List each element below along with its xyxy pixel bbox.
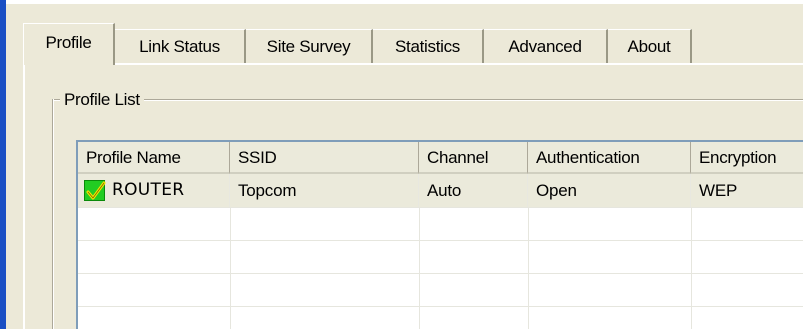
table-row-empty[interactable] <box>78 306 803 329</box>
profile-name-text: ROUTER <box>112 180 185 200</box>
window-top-edge <box>0 0 803 4</box>
cell-encryption: WEP <box>691 174 803 207</box>
table-row[interactable]: ROUTER Topcom Auto Open WEP <box>78 174 803 207</box>
tab-about[interactable]: About <box>608 29 692 63</box>
profile-list-group-border-left <box>52 99 54 329</box>
profile-list-table[interactable]: Profile Name SSID Channel Authentication… <box>76 140 803 329</box>
profile-list-group-border <box>52 99 803 101</box>
checkmark-icon <box>84 180 106 201</box>
tab-site-survey[interactable]: Site Survey <box>246 29 373 63</box>
row-separator <box>78 240 803 241</box>
column-header-authentication[interactable]: Authentication <box>528 142 691 174</box>
row-separator <box>78 306 803 307</box>
table-row-empty[interactable] <box>78 240 803 273</box>
tab-link-status[interactable]: Link Status <box>115 29 246 63</box>
tab-statistics[interactable]: Statistics <box>373 29 484 63</box>
cell-ssid: Topcom <box>230 174 419 207</box>
table-row-empty[interactable] <box>78 273 803 306</box>
column-separator <box>528 207 529 329</box>
cell-authentication: Open <box>528 174 691 207</box>
column-header-encryption[interactable]: Encryption <box>691 142 803 174</box>
column-separator <box>419 207 420 329</box>
tab-panel-border <box>23 63 25 329</box>
row-separator <box>78 207 803 208</box>
window-left-accent <box>0 0 6 329</box>
tab-profile[interactable]: Profile <box>23 23 115 65</box>
column-header-profile-name[interactable]: Profile Name <box>78 142 230 174</box>
column-separator <box>691 207 692 329</box>
cell-profile-name: ROUTER <box>78 174 230 207</box>
tab-advanced[interactable]: Advanced <box>484 29 608 63</box>
row-separator <box>78 273 803 274</box>
table-row-empty[interactable] <box>78 207 803 240</box>
cell-channel: Auto <box>419 174 528 207</box>
tab-strip-baseline <box>23 63 803 65</box>
column-header-ssid[interactable]: SSID <box>230 142 419 174</box>
profile-list-title: Profile List <box>60 89 144 111</box>
column-header-channel[interactable]: Channel <box>419 142 528 174</box>
column-separator <box>230 207 231 329</box>
